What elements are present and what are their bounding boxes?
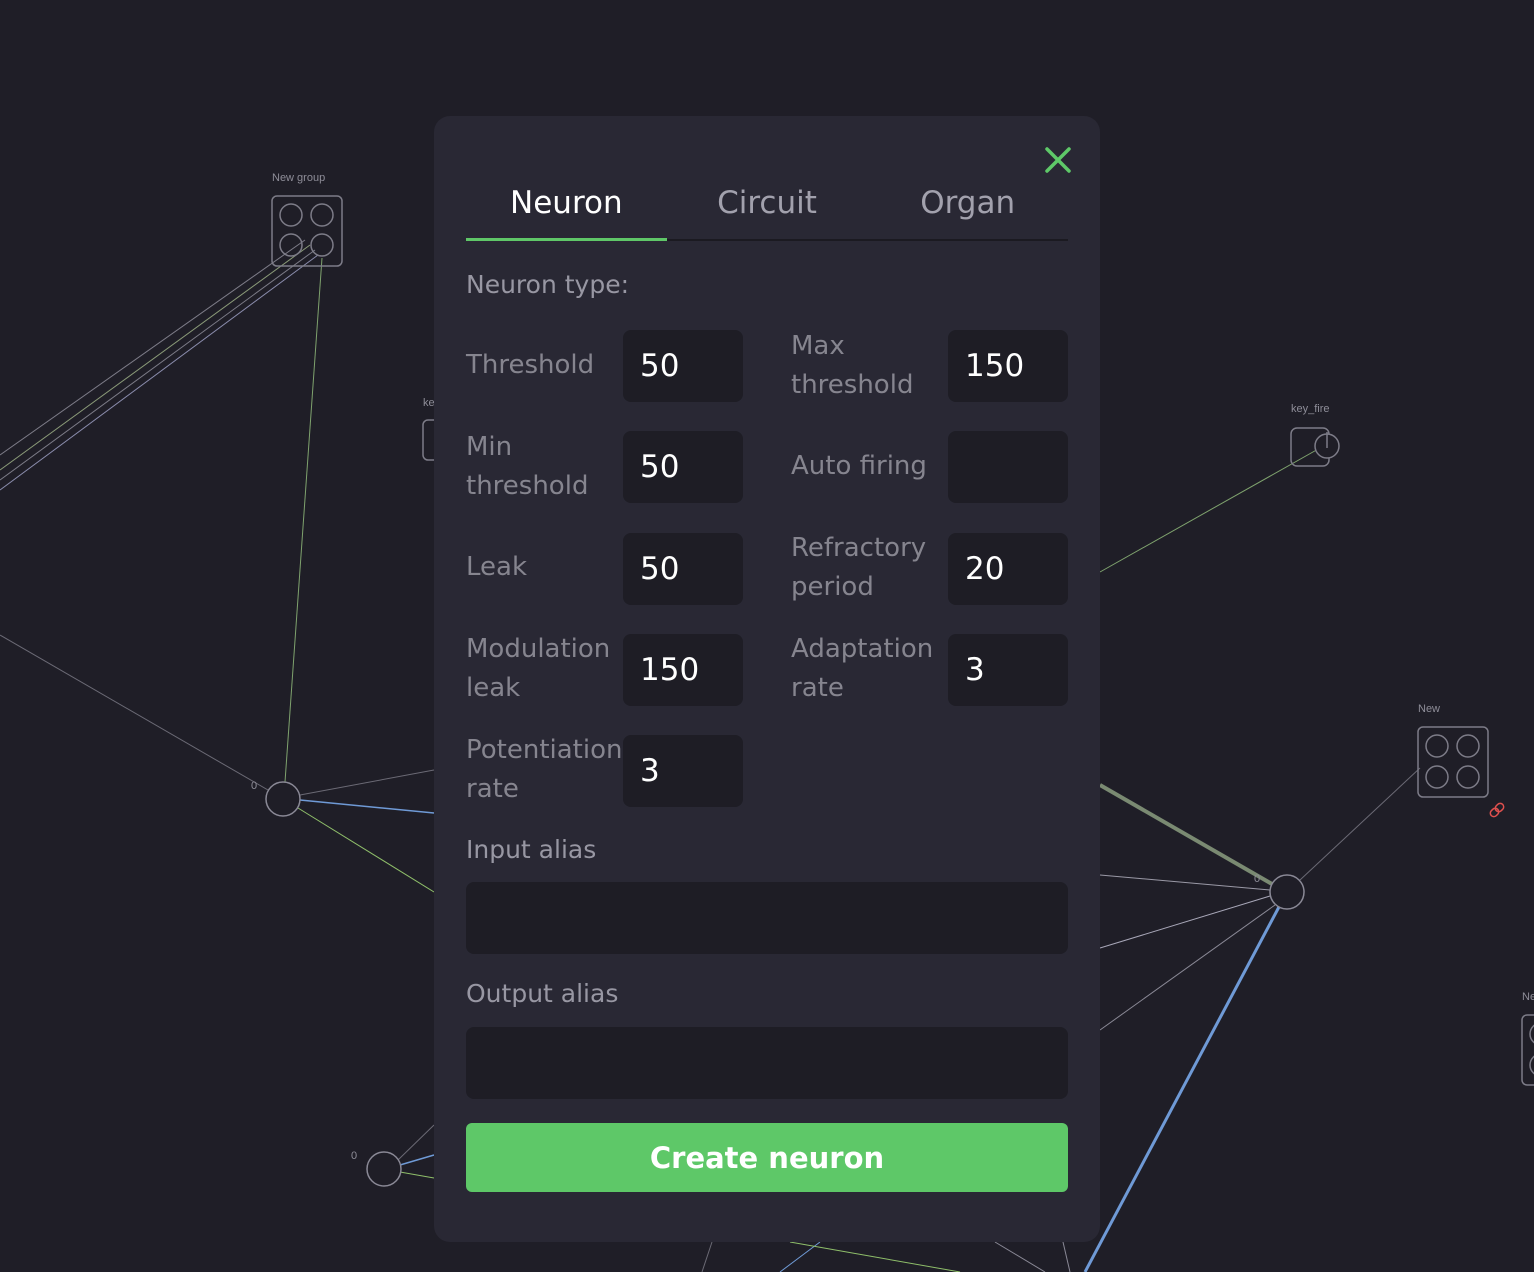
edge	[299, 799, 435, 814]
modulation-leak-input[interactable]: 150	[623, 634, 743, 706]
neuron-value: 0	[251, 780, 257, 792]
modulation-leak-label: Modulation leak	[466, 634, 611, 703]
edge	[0, 239, 306, 456]
group-node[interactable]: New group	[271, 172, 343, 267]
partial-node-right[interactable]: Ne	[1521, 991, 1534, 1086]
edge	[1083, 904, 1282, 1272]
edge	[0, 634, 269, 791]
edge	[1099, 783, 1273, 886]
leak-input[interactable]: 50	[623, 533, 743, 605]
leak-label: Leak	[466, 552, 528, 582]
neuron-type-label: Neuron type:	[466, 270, 630, 299]
group-label: New	[1418, 703, 1440, 715]
input-alias-field[interactable]	[466, 882, 1068, 954]
edge	[284, 257, 323, 783]
key-fire-label: key_fire	[1291, 403, 1330, 415]
edge	[0, 244, 311, 471]
group-circle	[1529, 1024, 1534, 1044]
group-circle	[310, 203, 334, 227]
adaptation-rate-label: Adaptation rate	[791, 634, 934, 703]
partial-group-box	[1521, 1014, 1534, 1086]
max-threshold-input[interactable]: 150	[948, 330, 1068, 402]
auto-firing-label: Auto firing	[791, 451, 927, 481]
potentiation-rate-input[interactable]: 3	[623, 735, 743, 807]
neuron-circle	[366, 1151, 402, 1187]
neuron-node-bottom[interactable]: 0	[351, 1150, 402, 1187]
neuron-circle	[265, 781, 301, 817]
edge	[789, 1241, 961, 1272]
neuron-value: 0	[1254, 873, 1260, 885]
group-label: New group	[272, 172, 325, 184]
tab-organ[interactable]: Organ	[867, 166, 1068, 239]
potentiation-rate-label: Potentiation rate	[466, 735, 623, 804]
edge	[299, 769, 435, 796]
edge	[994, 1241, 1046, 1272]
auto-firing-input[interactable]	[948, 431, 1068, 503]
tab-neuron[interactable]: Neuron	[466, 166, 667, 241]
group-box	[1417, 726, 1489, 798]
min-threshold-label: Min threshold	[466, 432, 589, 501]
tab-circuit[interactable]: Circuit	[667, 166, 868, 239]
edge	[1062, 1241, 1071, 1272]
neuron-circle	[1269, 874, 1305, 910]
output-alias-label: Output alias	[466, 979, 619, 1008]
edge	[1099, 447, 1321, 573]
refractory-period-input[interactable]: 20	[948, 533, 1068, 605]
group-circle	[310, 233, 334, 257]
threshold-label: Threshold	[466, 350, 595, 380]
key-fire-node[interactable]: key_fire	[1290, 403, 1340, 467]
output-alias-field[interactable]	[466, 1027, 1068, 1099]
edge	[1099, 904, 1276, 1031]
edge	[399, 1154, 435, 1166]
edge	[0, 249, 316, 481]
edge	[1099, 874, 1271, 891]
threshold-input[interactable]: 50	[623, 330, 743, 402]
partial-node-label: ke	[423, 397, 435, 409]
partial-node-label: Ne	[1522, 991, 1534, 1003]
group-circle	[1425, 765, 1449, 789]
neuron-node-left[interactable]: 0	[251, 780, 301, 817]
group-node-right[interactable]: New	[1417, 703, 1489, 798]
max-threshold-label: Max threshold	[791, 331, 914, 400]
refractory-period-label: Refractory period	[791, 533, 927, 602]
min-threshold-input[interactable]: 50	[623, 431, 743, 503]
group-circle	[1529, 1055, 1534, 1075]
edge	[1099, 895, 1271, 949]
edge	[397, 1124, 435, 1161]
tab-bar: Neuron Circuit Organ	[466, 166, 1068, 241]
edge	[701, 1241, 713, 1272]
group-circle	[279, 203, 303, 227]
input-alias-label: Input alias	[466, 835, 597, 864]
group-circle	[1456, 734, 1480, 758]
neuron-value: 0	[351, 1150, 357, 1162]
create-modal: Neuron Circuit Organ Neuron type: Thresh…	[434, 116, 1100, 1242]
adaptation-rate-input[interactable]: 3	[948, 634, 1068, 706]
link-icon[interactable]	[1489, 802, 1505, 818]
edge	[0, 254, 319, 491]
create-neuron-button[interactable]: Create neuron	[466, 1123, 1068, 1192]
edge	[297, 807, 435, 893]
edge	[1299, 767, 1421, 881]
edge	[399, 1171, 435, 1179]
group-circle	[1425, 734, 1449, 758]
group-circle	[1456, 765, 1480, 789]
